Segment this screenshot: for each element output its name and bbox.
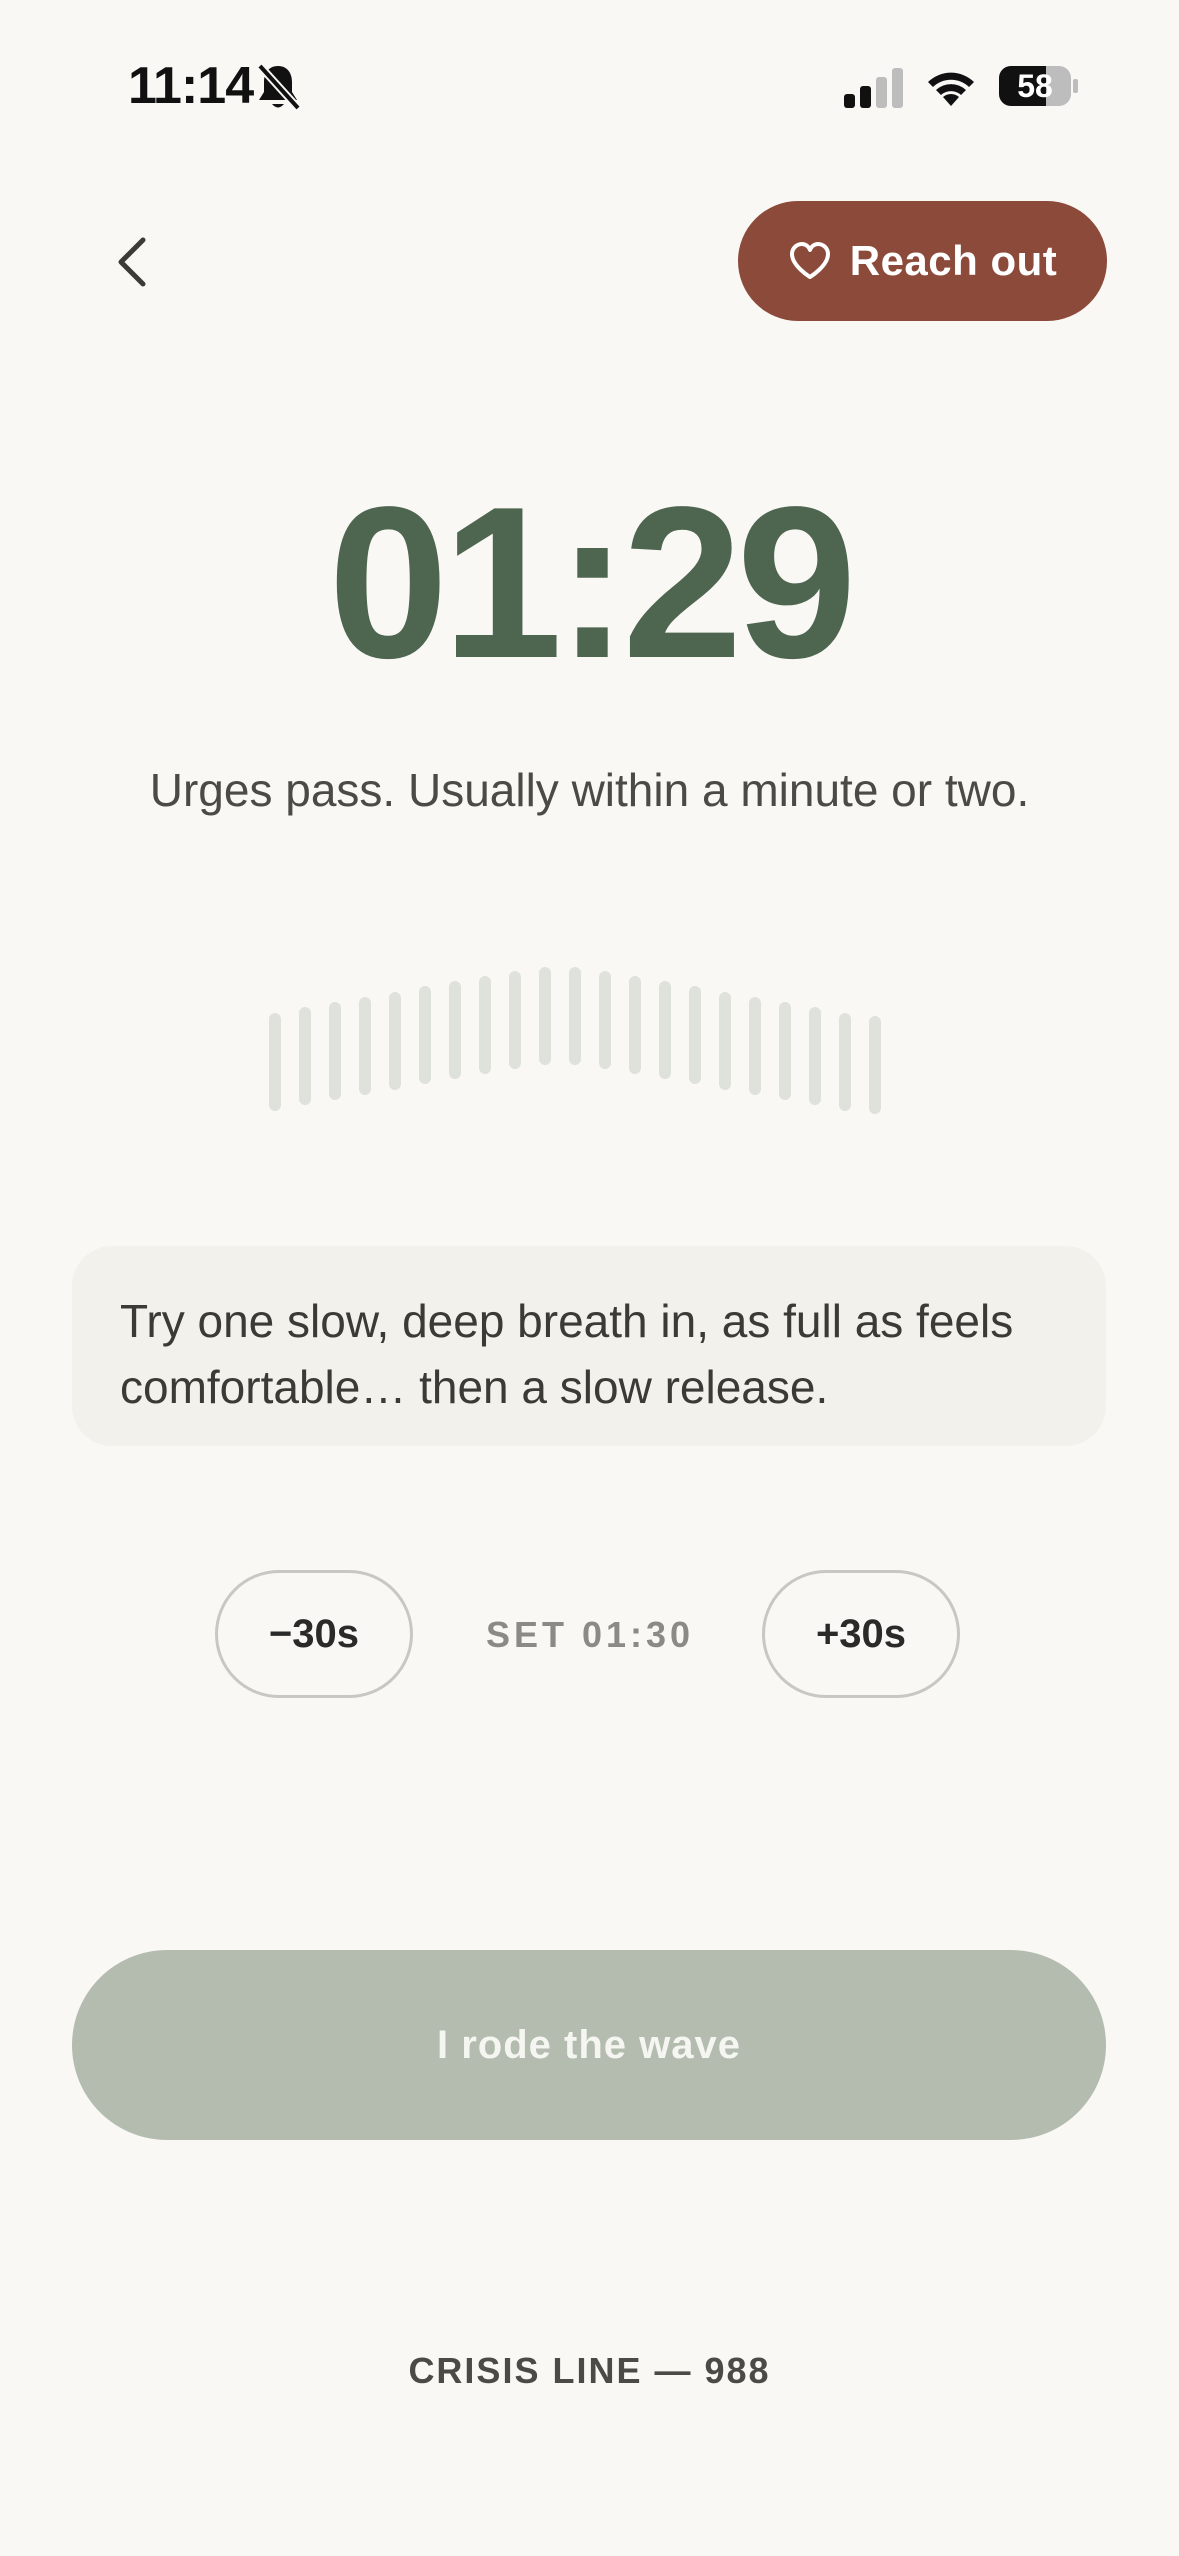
reach-out-button[interactable]: Reach out [738,201,1107,321]
rode-the-wave-button[interactable]: I rode the wave [72,1950,1106,2140]
heart-outline-icon [789,242,830,279]
battery-level: 58 [1017,68,1053,104]
breathing-prompt-text: Try one slow, deep breath in, as full as… [120,1295,1014,1413]
wave-bar [599,971,611,1069]
wave-bar [869,1016,881,1114]
wave-bar [569,967,581,1065]
wave-bar [389,992,401,1090]
wave-bar [449,981,461,1079]
wave-bar [329,1002,341,1100]
decrease-30s-button[interactable]: −30s [215,1570,413,1698]
wave-bar [359,997,371,1095]
wave-bar [689,986,701,1084]
battery-icon: 58 [998,64,1080,108]
breathing-prompt-card: Try one slow, deep breath in, as full as… [72,1246,1106,1446]
wifi-icon [928,72,974,106]
status-time: 11:14 [128,57,254,115]
wave-bar [839,1013,851,1111]
wave-bar [749,997,761,1095]
wave-bar [509,971,521,1069]
back-button[interactable] [100,222,164,302]
wave-bar [779,1002,791,1100]
cellular-signal-icon [844,68,903,108]
wave-bar [479,976,491,1074]
timer-message: Urges pass. Usually within a minute or t… [149,764,1030,816]
breathing-wave-visualization [269,967,881,1114]
chevron-left-icon [118,237,146,287]
wave-bar [419,986,431,1084]
wave-bar [659,981,671,1079]
wave-bar [719,992,731,1090]
wave-bar [809,1007,821,1105]
reach-out-label: Reach out [849,237,1058,284]
wave-bar [269,1013,281,1111]
wave-bar [299,1007,311,1105]
set-duration-label: SET 01:30 [485,1614,695,1655]
countdown-timer: 01:29 [328,461,856,703]
increase-30s-button[interactable]: +30s [762,1570,960,1698]
wave-bar [629,976,641,1074]
crisis-line-link[interactable]: CRISIS LINE — 988 [0,2346,1179,2396]
wave-bar [539,967,551,1065]
bell-slash-icon [257,63,301,111]
